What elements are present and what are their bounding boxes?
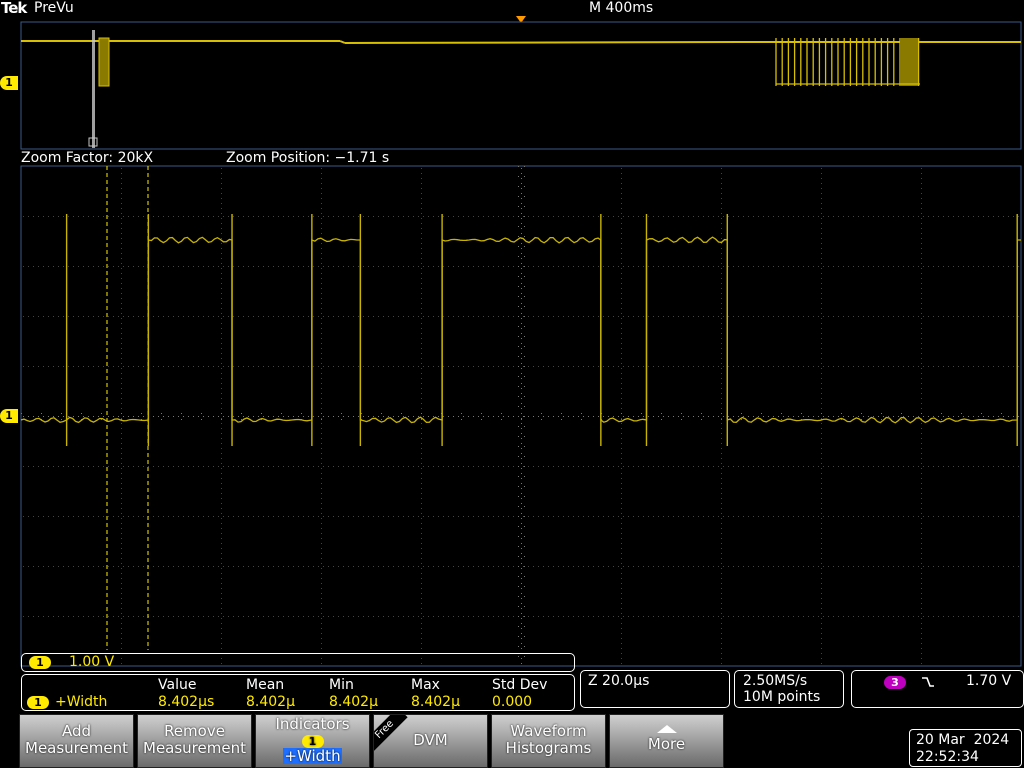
measurement-stddev: 0.000: [492, 694, 533, 710]
channel-scale-readout[interactable]: 1 1.00 V: [21, 653, 575, 672]
time: 22:52:34: [916, 749, 979, 765]
measurement-header-min: Min: [329, 677, 354, 693]
channel-1-badge: 1: [29, 656, 51, 669]
dvm-button[interactable]: Free DVM: [373, 714, 488, 768]
measurement-header-value: Value: [158, 677, 197, 693]
measurement-max: 8.402µ: [411, 694, 460, 710]
datetime-readout: 20 Mar 2024 22:52:34: [909, 729, 1022, 767]
waveform-histograms-button[interactable]: Waveform Histograms: [491, 714, 606, 768]
zoom-scale-value: Z 20.0µs: [588, 673, 650, 689]
triangle-up-icon: [656, 725, 677, 733]
falling-edge-icon: [922, 677, 934, 687]
indicators-button[interactable]: Indicators 1 +Width: [255, 714, 370, 768]
measurement-header-max: Max: [411, 677, 440, 693]
add-measurement-button[interactable]: Add Measurement: [19, 714, 134, 768]
record-length: 10M points: [743, 689, 821, 705]
zoom-scale-readout[interactable]: Z 20.0µs: [580, 670, 730, 708]
measurement-label: +Width: [55, 694, 108, 710]
remove-measurement-button[interactable]: Remove Measurement: [137, 714, 252, 768]
channel-1-ground-marker[interactable]: 1: [0, 409, 18, 423]
trigger-readout[interactable]: 3 1.70 V: [851, 670, 1024, 708]
measurement-value: 8.402µs: [158, 694, 215, 710]
channel-1-scale: 1.00 V: [69, 654, 115, 670]
measurement-header-mean: Mean: [246, 677, 285, 693]
indicators-selection: +Width: [283, 747, 342, 765]
measurement-channel-badge: 1: [27, 696, 49, 709]
measurement-mean: 8.402µ: [246, 694, 295, 710]
trigger-channel-badge: 3: [884, 676, 906, 689]
acquisition-readout[interactable]: 2.50MS/s 10M points: [734, 670, 844, 708]
zoom-graticule[interactable]: [0, 0, 1024, 670]
more-button[interactable]: More: [609, 714, 724, 768]
measurement-header-stddev: Std Dev: [492, 677, 548, 693]
sample-rate: 2.50MS/s: [743, 673, 808, 689]
date: 20 Mar 2024: [916, 732, 1010, 748]
measurement-min: 8.402µ: [329, 694, 378, 710]
trigger-level: 1.70 V: [966, 673, 1012, 689]
